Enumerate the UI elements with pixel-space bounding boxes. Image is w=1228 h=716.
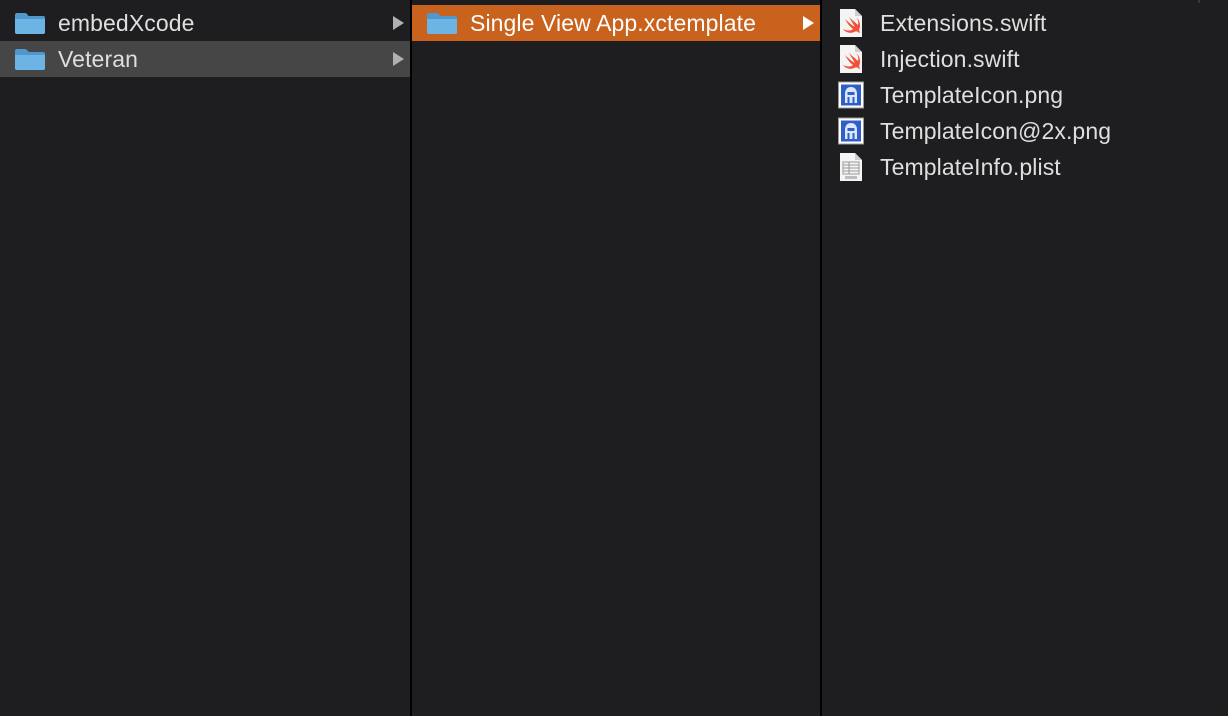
- window-edge: [1198, 0, 1200, 3]
- folder-icon: [426, 11, 458, 35]
- browser-column-1[interactable]: embedXcode Veteran: [0, 0, 410, 716]
- browser-column-3[interactable]: Extensions.swift Injection.swift Templat…: [822, 0, 1228, 716]
- folder-label: Single View App.xctemplate: [470, 9, 757, 36]
- folder-label: embedXcode: [58, 9, 195, 36]
- disclosure-chevron-icon: [803, 16, 814, 30]
- file-label: TemplateInfo.plist: [880, 153, 1061, 180]
- swift-file-icon: [838, 44, 864, 74]
- folder-icon: [14, 11, 46, 35]
- file-label: Extensions.swift: [880, 9, 1047, 36]
- folder-icon: [14, 47, 46, 71]
- file-label: TemplateIcon.png: [880, 81, 1064, 108]
- folder-row-embedxcode[interactable]: embedXcode: [0, 5, 410, 41]
- file-row-templateinfo-plist[interactable]: TemplateInfo.plist: [822, 149, 1228, 185]
- folder-row-single-view-app-xctemplate[interactable]: Single View App.xctemplate: [412, 5, 820, 41]
- file-row-extensions-swift[interactable]: Extensions.swift: [822, 5, 1228, 41]
- file-row-injection-swift[interactable]: Injection.swift: [822, 41, 1228, 77]
- file-label: TemplateIcon@2x.png: [880, 117, 1112, 144]
- swift-file-icon: [838, 8, 864, 38]
- file-row-templateicon-2x-png[interactable]: TemplateIcon@2x.png: [822, 113, 1228, 149]
- plist-file-icon: [838, 152, 864, 182]
- column-browser: embedXcode Veteran Single View App.xctem…: [0, 0, 1228, 716]
- file-row-templateicon-png[interactable]: TemplateIcon.png: [822, 77, 1228, 113]
- png-image-icon: [838, 80, 864, 110]
- folder-label: Veteran: [58, 45, 138, 72]
- folder-row-veteran[interactable]: Veteran: [0, 41, 410, 77]
- file-label: Injection.swift: [880, 45, 1020, 72]
- png-image-icon: [838, 116, 864, 146]
- disclosure-chevron-icon: [393, 52, 404, 66]
- disclosure-chevron-icon: [393, 16, 404, 30]
- browser-column-2[interactable]: Single View App.xctemplate: [412, 0, 820, 716]
